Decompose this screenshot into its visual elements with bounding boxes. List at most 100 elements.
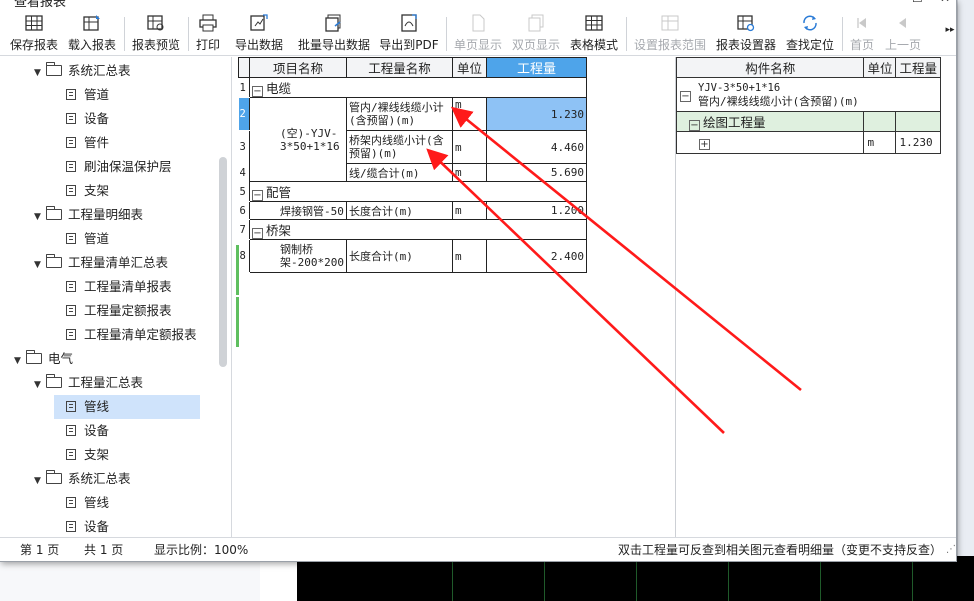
tree-item[interactable]: ▼ 系统汇总表 (34, 59, 131, 83)
group-row-cable[interactable]: − 电缆 (249, 77, 587, 98)
report-settings-icon (737, 15, 755, 32)
tree-item[interactable]: 工程量清单报表 (54, 275, 172, 299)
report-settings-button[interactable]: 报表设置器 (714, 14, 778, 54)
prev-page-button[interactable]: 上一页 (882, 14, 924, 54)
tree-item[interactable]: 支架 (54, 179, 109, 203)
collapse-icon[interactable]: − (252, 190, 263, 201)
collapse-icon[interactable]: − (689, 120, 700, 131)
double-page-button[interactable]: 双页显示 (510, 14, 562, 54)
detail-root-row[interactable]: − YJV-3*50+1*16 管内/裸线线缆小计(含预留)(m) (676, 77, 941, 112)
tree-item[interactable]: 设备 (54, 107, 109, 131)
quantity-cell[interactable]: 5.690 (485, 163, 587, 182)
unit-cell: m (451, 239, 487, 273)
tree-item[interactable]: 设备 (54, 515, 109, 537)
tree-item[interactable]: ▼ 系统汇总表 (34, 467, 131, 491)
quantity-name-cell[interactable]: 长度合计(m) (345, 239, 453, 273)
column-header-quantity-name[interactable]: 工程量名称 (345, 57, 453, 78)
quantity-name-cell[interactable]: 长度合计(m) (345, 201, 453, 220)
batch-export-button[interactable]: 批量导出数据 (296, 14, 372, 54)
chevron-down-icon[interactable]: ▼ (34, 205, 46, 229)
tree-item[interactable]: 刷油保温保护层 (54, 155, 172, 179)
report-range-button[interactable]: 设置报表范围 (632, 14, 708, 54)
collapse-icon[interactable]: − (680, 90, 691, 102)
column-header-unit[interactable]: 单位 (451, 57, 487, 78)
tree-item[interactable]: 工程量定额报表 (54, 299, 172, 323)
detail-header-component[interactable]: 构件名称 (675, 57, 865, 78)
preview-report-button[interactable]: 报表预览 (130, 14, 182, 54)
tree-item[interactable]: 支架 (54, 443, 109, 467)
maximize-button[interactable]: ☐ (912, 0, 923, 5)
tree-item[interactable]: ▼ 电气 (14, 347, 73, 371)
quantity-cell-selected[interactable]: 1.230 (485, 97, 587, 131)
tree-item-label: 管线 (84, 495, 110, 510)
print-button[interactable]: 打印 (192, 14, 224, 54)
tree-item[interactable]: 工程量清单定额报表 (54, 323, 197, 347)
item-cell[interactable]: (空)-YJV-3*50+1*16 (249, 97, 347, 182)
chevron-down-icon[interactable]: ▼ (34, 469, 46, 493)
quantity-cell[interactable]: 4.460 (485, 130, 587, 164)
table-mode-button[interactable]: 表格模式 (568, 14, 620, 54)
quantity-name-cell[interactable]: 管内/裸线线缆小计(含预留)(m) (345, 97, 453, 131)
detail-header-quantity[interactable]: 工程量 (895, 57, 941, 78)
detail-header-unit[interactable]: 单位 (863, 57, 897, 78)
collapse-icon[interactable]: − (252, 86, 263, 97)
document-icon (66, 497, 76, 508)
tree-item[interactable]: 管线 (54, 491, 109, 515)
find-locate-button[interactable]: 查找定位 (784, 14, 836, 54)
tree-scrollbar[interactable] (219, 157, 227, 367)
table-row: 6 焊接钢管-50 长度合计(m) m 1.200 (238, 201, 587, 220)
first-page-button[interactable]: 首页 (846, 14, 878, 54)
quantity-cell[interactable]: 1.200 (485, 201, 587, 220)
tree-item[interactable]: 管线 (54, 395, 200, 419)
column-header-quantity[interactable]: 工程量 (485, 57, 587, 78)
resize-grip-icon[interactable]: ⋰ (946, 538, 956, 561)
tree-item-label: 电气 (48, 351, 74, 366)
tree-item[interactable]: 设备 (54, 419, 109, 443)
single-page-button[interactable]: 单页显示 (452, 14, 504, 54)
export-pdf-button[interactable]: 导出到PDF (378, 14, 440, 54)
export-data-button[interactable]: 导出数据 (232, 14, 286, 54)
report-table: 项目名称 工程量名称 单位 工程量 1 − 电缆 2 (空)-YJV-3*50+1… (238, 57, 587, 273)
detail-child-row[interactable]: − 绘图工程量 (675, 111, 941, 132)
group-row-conduit[interactable]: − 配管 (249, 181, 587, 202)
group-row-tray[interactable]: − 桥架 (249, 219, 587, 240)
page-total: 共 1 页 (84, 543, 124, 557)
expand-icon[interactable]: + (699, 138, 710, 150)
chevron-down-icon[interactable]: ▼ (34, 253, 46, 277)
minimize-button[interactable]: — (880, 0, 892, 5)
chevron-down-icon[interactable]: ▼ (14, 349, 26, 373)
folder-icon (46, 206, 62, 220)
close-button[interactable]: ✕ (940, 0, 950, 5)
preview-report-icon (147, 15, 164, 31)
tree-item[interactable]: ▼ 工程量清单汇总表 (34, 251, 168, 275)
tree-item[interactable]: 管件 (54, 131, 109, 155)
detail-leaf-row[interactable]: + m 1.230 (675, 131, 941, 154)
item-cell[interactable]: 焊接钢管-50 (249, 201, 347, 220)
unit-cell: m (451, 130, 487, 164)
column-header-item[interactable]: 项目名称 (249, 57, 347, 78)
tree-item[interactable]: 管道 (54, 83, 109, 107)
save-report-button[interactable]: 保存报表 (8, 14, 60, 54)
quantity-name-cell[interactable]: 线/缆合计(m) (345, 163, 453, 182)
tree-item[interactable]: ▼ 工程量明细表 (34, 203, 143, 227)
tree-item-label: 设备 (84, 111, 110, 126)
quantity-name-cell[interactable]: 桥架内线缆小计(含预留)(m) (345, 130, 453, 164)
tree-item-label: 工程量定额报表 (84, 303, 172, 318)
table-row: 7 − 桥架 (238, 219, 587, 240)
background-app-scrollbar (957, 0, 974, 601)
chevron-down-icon[interactable]: ▼ (34, 373, 46, 397)
folder-icon (46, 62, 62, 76)
tree-item[interactable]: ▼ 工程量汇总表 (34, 371, 143, 395)
collapse-icon[interactable]: − (252, 228, 263, 239)
document-icon (66, 425, 76, 436)
chevron-down-icon[interactable]: ▼ (34, 61, 46, 85)
quantity-cell[interactable]: 2.400 (485, 239, 587, 273)
load-report-button[interactable]: 载入报表 (66, 14, 118, 54)
item-cell[interactable]: 钢制桥架-200*200 (249, 239, 347, 273)
tree-item[interactable]: 管道 (54, 227, 109, 251)
table-row: 5 − 配管 (238, 181, 587, 202)
document-icon (66, 521, 76, 532)
print-icon (199, 14, 217, 32)
folder-icon (26, 350, 42, 364)
report-viewer-window: 查看报表 — ☐ ✕ 保存报表 载入报表 报表预览 打印 导出数据 批量导出 (0, 0, 957, 562)
